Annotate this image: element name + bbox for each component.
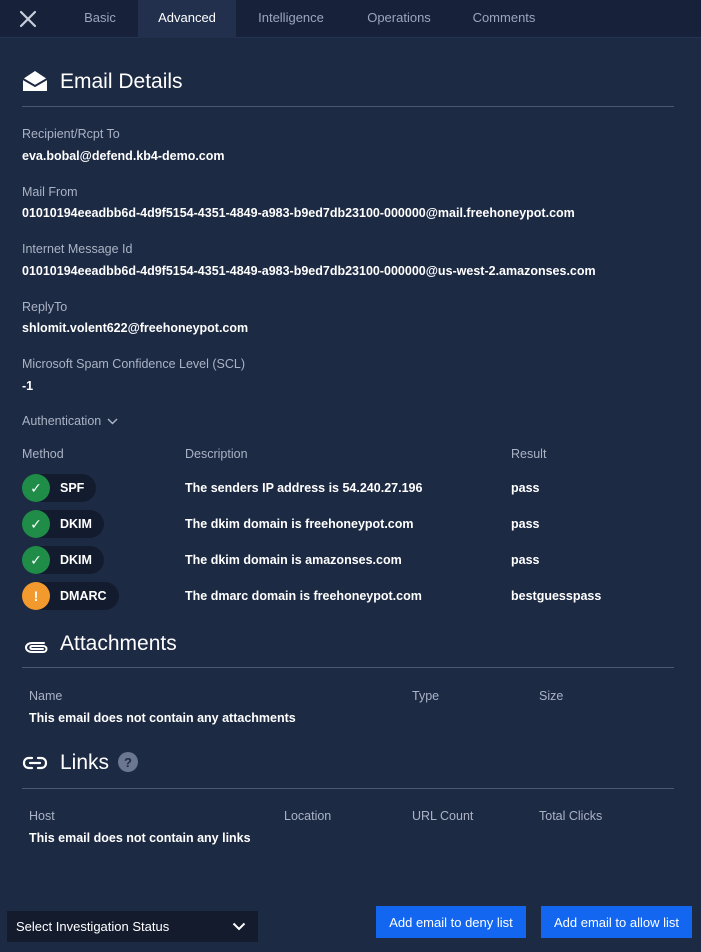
reply-to-label: ReplyTo bbox=[22, 300, 68, 314]
authentication-toggle[interactable]: Authentication bbox=[22, 414, 118, 428]
investigation-status-value: Select Investigation Status bbox=[16, 919, 170, 934]
paperclip-icon bbox=[22, 632, 48, 665]
scl-value: -1 bbox=[22, 379, 34, 393]
no-attachments-message: This email does not contain any attachme… bbox=[29, 711, 296, 725]
email-details-header: Email Details bbox=[22, 70, 674, 107]
method-pill: ✓ DKIM bbox=[22, 510, 104, 538]
tab-bar: Basic Advanced Intelligence Operations C… bbox=[0, 0, 701, 38]
close-icon bbox=[19, 10, 37, 28]
method-pill: ✓ DKIM bbox=[22, 546, 104, 574]
auth-description: The dkim domain is amazonses.com bbox=[185, 553, 402, 567]
check-icon: ✓ bbox=[22, 546, 50, 574]
size-column-header: Size bbox=[539, 689, 564, 703]
auth-row-spf: ✓ SPF The senders IP address is 54.240.2… bbox=[22, 474, 674, 502]
scl-label: Microsoft Spam Confidence Level (SCL) bbox=[22, 357, 246, 371]
method-name: DKIM bbox=[60, 517, 92, 531]
method-name: DKIM bbox=[60, 553, 92, 567]
tab-advanced[interactable]: Advanced bbox=[138, 0, 236, 38]
links-title: Links bbox=[60, 751, 110, 774]
recipient-label: Recipient/Rcpt To bbox=[22, 127, 120, 141]
no-links-message: This email does not contain any links bbox=[29, 831, 251, 845]
method-name: SPF bbox=[60, 481, 85, 495]
method-name: DMARC bbox=[60, 589, 107, 603]
tab-basic[interactable]: Basic bbox=[60, 0, 140, 38]
add-to-deny-list-button[interactable]: Add email to deny list bbox=[376, 906, 526, 938]
url-count-column-header: URL Count bbox=[412, 809, 474, 823]
tab-comments[interactable]: Comments bbox=[452, 0, 556, 38]
add-to-allow-list-button[interactable]: Add email to allow list bbox=[541, 906, 692, 938]
mail-from-value: 01010194eeadbb6d-4d9f5154-4351-4849-a983… bbox=[22, 206, 575, 220]
auth-result: pass bbox=[511, 553, 540, 567]
check-icon: ✓ bbox=[22, 474, 50, 502]
attachments-header: Attachments bbox=[22, 632, 674, 668]
check-icon: ✓ bbox=[22, 510, 50, 538]
type-column-header: Type bbox=[412, 689, 440, 703]
description-column-header: Description bbox=[185, 447, 248, 461]
message-id-value: 01010194eeadbb6d-4d9f5154-4351-4849-a983… bbox=[22, 264, 596, 278]
warning-icon: ! bbox=[22, 582, 50, 610]
help-icon[interactable]: ? bbox=[118, 752, 138, 772]
tab-intelligence[interactable]: Intelligence bbox=[236, 0, 346, 38]
method-column-header: Method bbox=[22, 447, 64, 461]
message-id-label: Internet Message Id bbox=[22, 242, 133, 256]
recipient-value: eva.bobal@defend.kb4-demo.com bbox=[22, 149, 225, 163]
attachments-title: Attachments bbox=[60, 632, 177, 655]
auth-row-dkim-2: ✓ DKIM The dkim domain is amazonses.com … bbox=[22, 546, 674, 574]
name-column-header: Name bbox=[29, 689, 63, 703]
method-pill: ✓ SPF bbox=[22, 474, 97, 502]
auth-row-dmarc: ! DMARC The dmarc domain is freehoneypot… bbox=[22, 582, 674, 610]
authentication-label: Authentication bbox=[22, 414, 102, 428]
auth-description: The dkim domain is freehoneypot.com bbox=[185, 517, 414, 531]
auth-row-dkim-1: ✓ DKIM The dkim domain is freehoneypot.c… bbox=[22, 510, 674, 538]
result-column-header: Result bbox=[511, 447, 547, 461]
email-details-title: Email Details bbox=[60, 70, 183, 93]
location-column-header: Location bbox=[284, 809, 332, 823]
link-icon bbox=[22, 751, 48, 779]
auth-result: pass bbox=[511, 517, 540, 531]
auth-result: bestguesspass bbox=[511, 589, 602, 603]
method-pill: ! DMARC bbox=[22, 582, 119, 610]
close-button[interactable] bbox=[14, 6, 42, 32]
investigation-status-select[interactable]: Select Investigation Status bbox=[7, 911, 258, 942]
chevron-down-icon bbox=[107, 417, 118, 425]
auth-description: The dmarc domain is freehoneypot.com bbox=[185, 589, 422, 603]
mail-from-label: Mail From bbox=[22, 185, 78, 199]
tab-operations[interactable]: Operations bbox=[346, 0, 452, 38]
envelope-open-icon bbox=[22, 70, 48, 97]
reply-to-value: shlomit.volent622@freehoneypot.com bbox=[22, 321, 249, 335]
chevron-down-icon bbox=[232, 922, 246, 931]
total-clicks-column-header: Total Clicks bbox=[539, 809, 603, 823]
auth-result: pass bbox=[511, 481, 540, 495]
host-column-header: Host bbox=[29, 809, 55, 823]
auth-description: The senders IP address is 54.240.27.196 bbox=[185, 481, 423, 495]
